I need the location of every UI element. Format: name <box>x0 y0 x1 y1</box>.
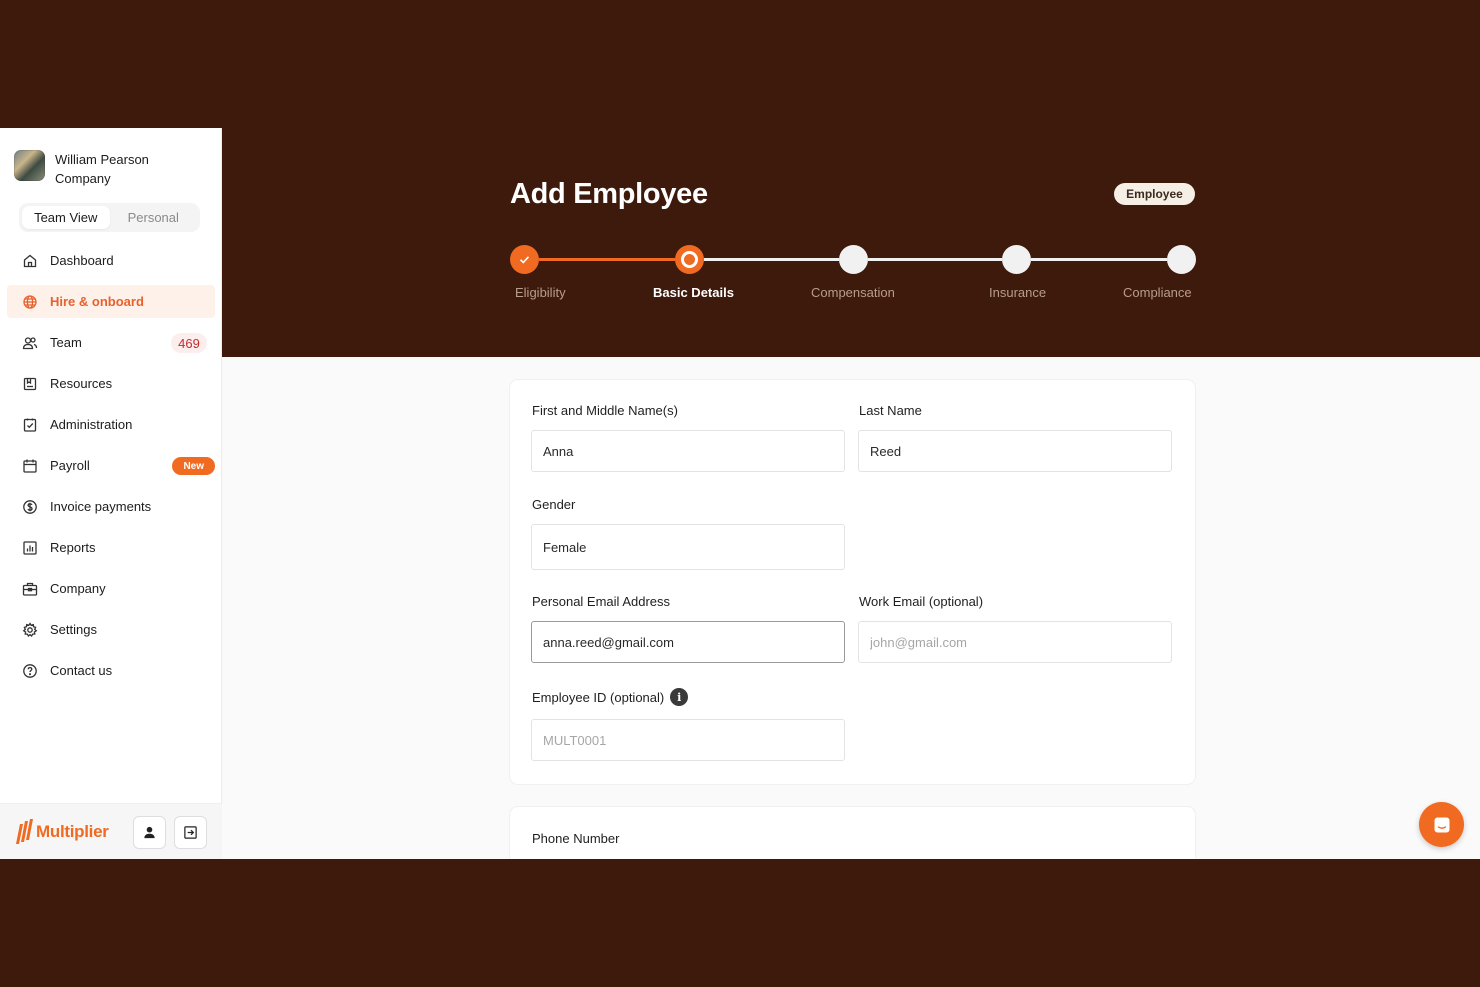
sidebar-item-label: Settings <box>50 622 97 637</box>
employee-id-label-row: Employee ID (optional) i <box>532 688 689 706</box>
user-icon <box>144 826 155 839</box>
sidebar: William Pearson Company Team View Person… <box>0 128 222 859</box>
step-label-compensation: Compensation <box>811 285 895 300</box>
sidebar-item-label: Hire & onboard <box>50 294 144 309</box>
sidebar-item-invoice-payments[interactable]: Invoice payments <box>7 490 215 523</box>
multiplier-logo-icon <box>16 819 33 844</box>
first-name-label: First and Middle Name(s) <box>532 403 678 418</box>
personal-email-label: Personal Email Address <box>532 594 671 609</box>
sidebar-item-reports[interactable]: Reports <box>7 531 215 564</box>
sidebar-item-label: Reports <box>50 540 96 555</box>
main-content: Add Employee Employee Eligibility Basic … <box>222 128 1480 859</box>
personal-email-input[interactable] <box>531 621 845 663</box>
sidebar-item-payroll[interactable]: Payroll New <box>7 449 215 482</box>
check-icon <box>519 256 530 264</box>
sidebar-item-label: Dashboard <box>50 253 114 268</box>
help-icon <box>22 663 38 679</box>
sidebar-item-settings[interactable]: Settings <box>7 613 215 646</box>
sidebar-item-label: Invoice payments <box>50 499 152 514</box>
employee-id-label: Employee ID (optional) <box>532 689 665 705</box>
step-connector <box>704 258 839 261</box>
work-email-input[interactable] <box>858 621 1172 663</box>
briefcase-icon <box>22 581 38 597</box>
multiplier-logo[interactable]: Multiplier <box>14 818 109 846</box>
globe-icon <box>22 294 38 310</box>
resources-icon <box>22 376 38 392</box>
chat-icon <box>1434 817 1449 832</box>
personal-view-tab[interactable]: Personal <box>110 206 198 229</box>
step-label-compliance: Compliance <box>1123 285 1192 300</box>
sidebar-item-label: Resources <box>50 376 113 391</box>
account-org: Company <box>55 171 111 186</box>
team-icon <box>22 335 38 351</box>
last-name-input[interactable] <box>858 430 1172 472</box>
bar-chart-icon <box>22 540 38 556</box>
home-icon <box>22 253 38 269</box>
step-basic-details-dot[interactable] <box>675 245 704 274</box>
sidebar-item-hire-onboard[interactable]: Hire & onboard <box>7 285 215 318</box>
employee-type-badge: Employee <box>1114 183 1195 205</box>
chat-support-button[interactable] <box>1419 802 1464 847</box>
step-connector <box>868 258 1002 261</box>
sidebar-item-administration[interactable]: Administration <box>7 408 215 441</box>
account-switcher[interactable]: William Pearson Company <box>14 150 149 188</box>
clipboard-check-icon <box>22 417 38 433</box>
work-email-label: Work Email (optional) <box>859 594 984 609</box>
gender-select[interactable]: Female <box>531 524 845 570</box>
first-name-input[interactable] <box>531 430 845 472</box>
sidebar-item-label: Team <box>50 335 82 350</box>
sidebar-item-company[interactable]: Company <box>7 572 215 605</box>
last-name-label: Last Name <box>859 403 922 418</box>
logout-button[interactable] <box>174 816 207 849</box>
employee-id-input[interactable] <box>531 719 845 761</box>
team-count-badge: 469 <box>171 333 207 353</box>
brand-name: Multiplier <box>36 822 109 841</box>
account-name: William Pearson <box>55 152 149 167</box>
step-connector <box>1031 258 1167 261</box>
calendar-icon <box>22 458 38 474</box>
sidebar-item-label: Contact us <box>50 663 113 678</box>
view-toggle: Team View Personal <box>19 203 200 232</box>
logout-icon <box>184 826 197 839</box>
page-header: Add Employee Employee Eligibility Basic … <box>222 128 1480 357</box>
step-compliance-dot <box>1167 245 1196 274</box>
sidebar-item-label: Company <box>50 581 106 596</box>
sidebar-nav: Dashboard Hire & onboard Team 469 Resour… <box>7 244 215 695</box>
phone-card: Phone Number <box>510 807 1195 859</box>
step-label-basic-details: Basic Details <box>653 285 734 300</box>
progress-stepper: Eligibility Basic Details Compensation I… <box>510 245 1196 305</box>
step-compensation-dot <box>839 245 868 274</box>
gear-icon <box>22 621 38 638</box>
gender-label: Gender <box>532 497 576 512</box>
profile-button[interactable] <box>133 816 166 849</box>
team-view-tab[interactable]: Team View <box>22 206 110 229</box>
sidebar-item-label: Payroll <box>50 458 90 473</box>
page-title: Add Employee <box>510 178 708 210</box>
step-label-eligibility[interactable]: Eligibility <box>515 285 566 300</box>
sidebar-footer: Multiplier <box>0 803 222 859</box>
dollar-icon <box>22 499 38 515</box>
sidebar-item-contact-us[interactable]: Contact us <box>7 654 215 687</box>
step-insurance-dot <box>1002 245 1031 274</box>
step-label-insurance: Insurance <box>989 285 1047 300</box>
phone-number-label: Phone Number <box>532 831 620 846</box>
sidebar-item-label: Administration <box>50 417 133 432</box>
sidebar-item-resources[interactable]: Resources <box>7 367 215 400</box>
step-eligibility-dot[interactable] <box>510 245 539 274</box>
info-icon[interactable]: i <box>670 688 689 706</box>
step-connector-done <box>539 258 675 261</box>
sidebar-item-team[interactable]: Team 469 <box>7 326 215 359</box>
avatar <box>14 150 45 181</box>
basic-details-card: First and Middle Name(s) Last Name Gende… <box>510 380 1195 784</box>
app-window: William Pearson Company Team View Person… <box>0 128 1480 859</box>
sidebar-item-dashboard[interactable]: Dashboard <box>7 244 215 277</box>
new-badge: New <box>172 457 215 475</box>
